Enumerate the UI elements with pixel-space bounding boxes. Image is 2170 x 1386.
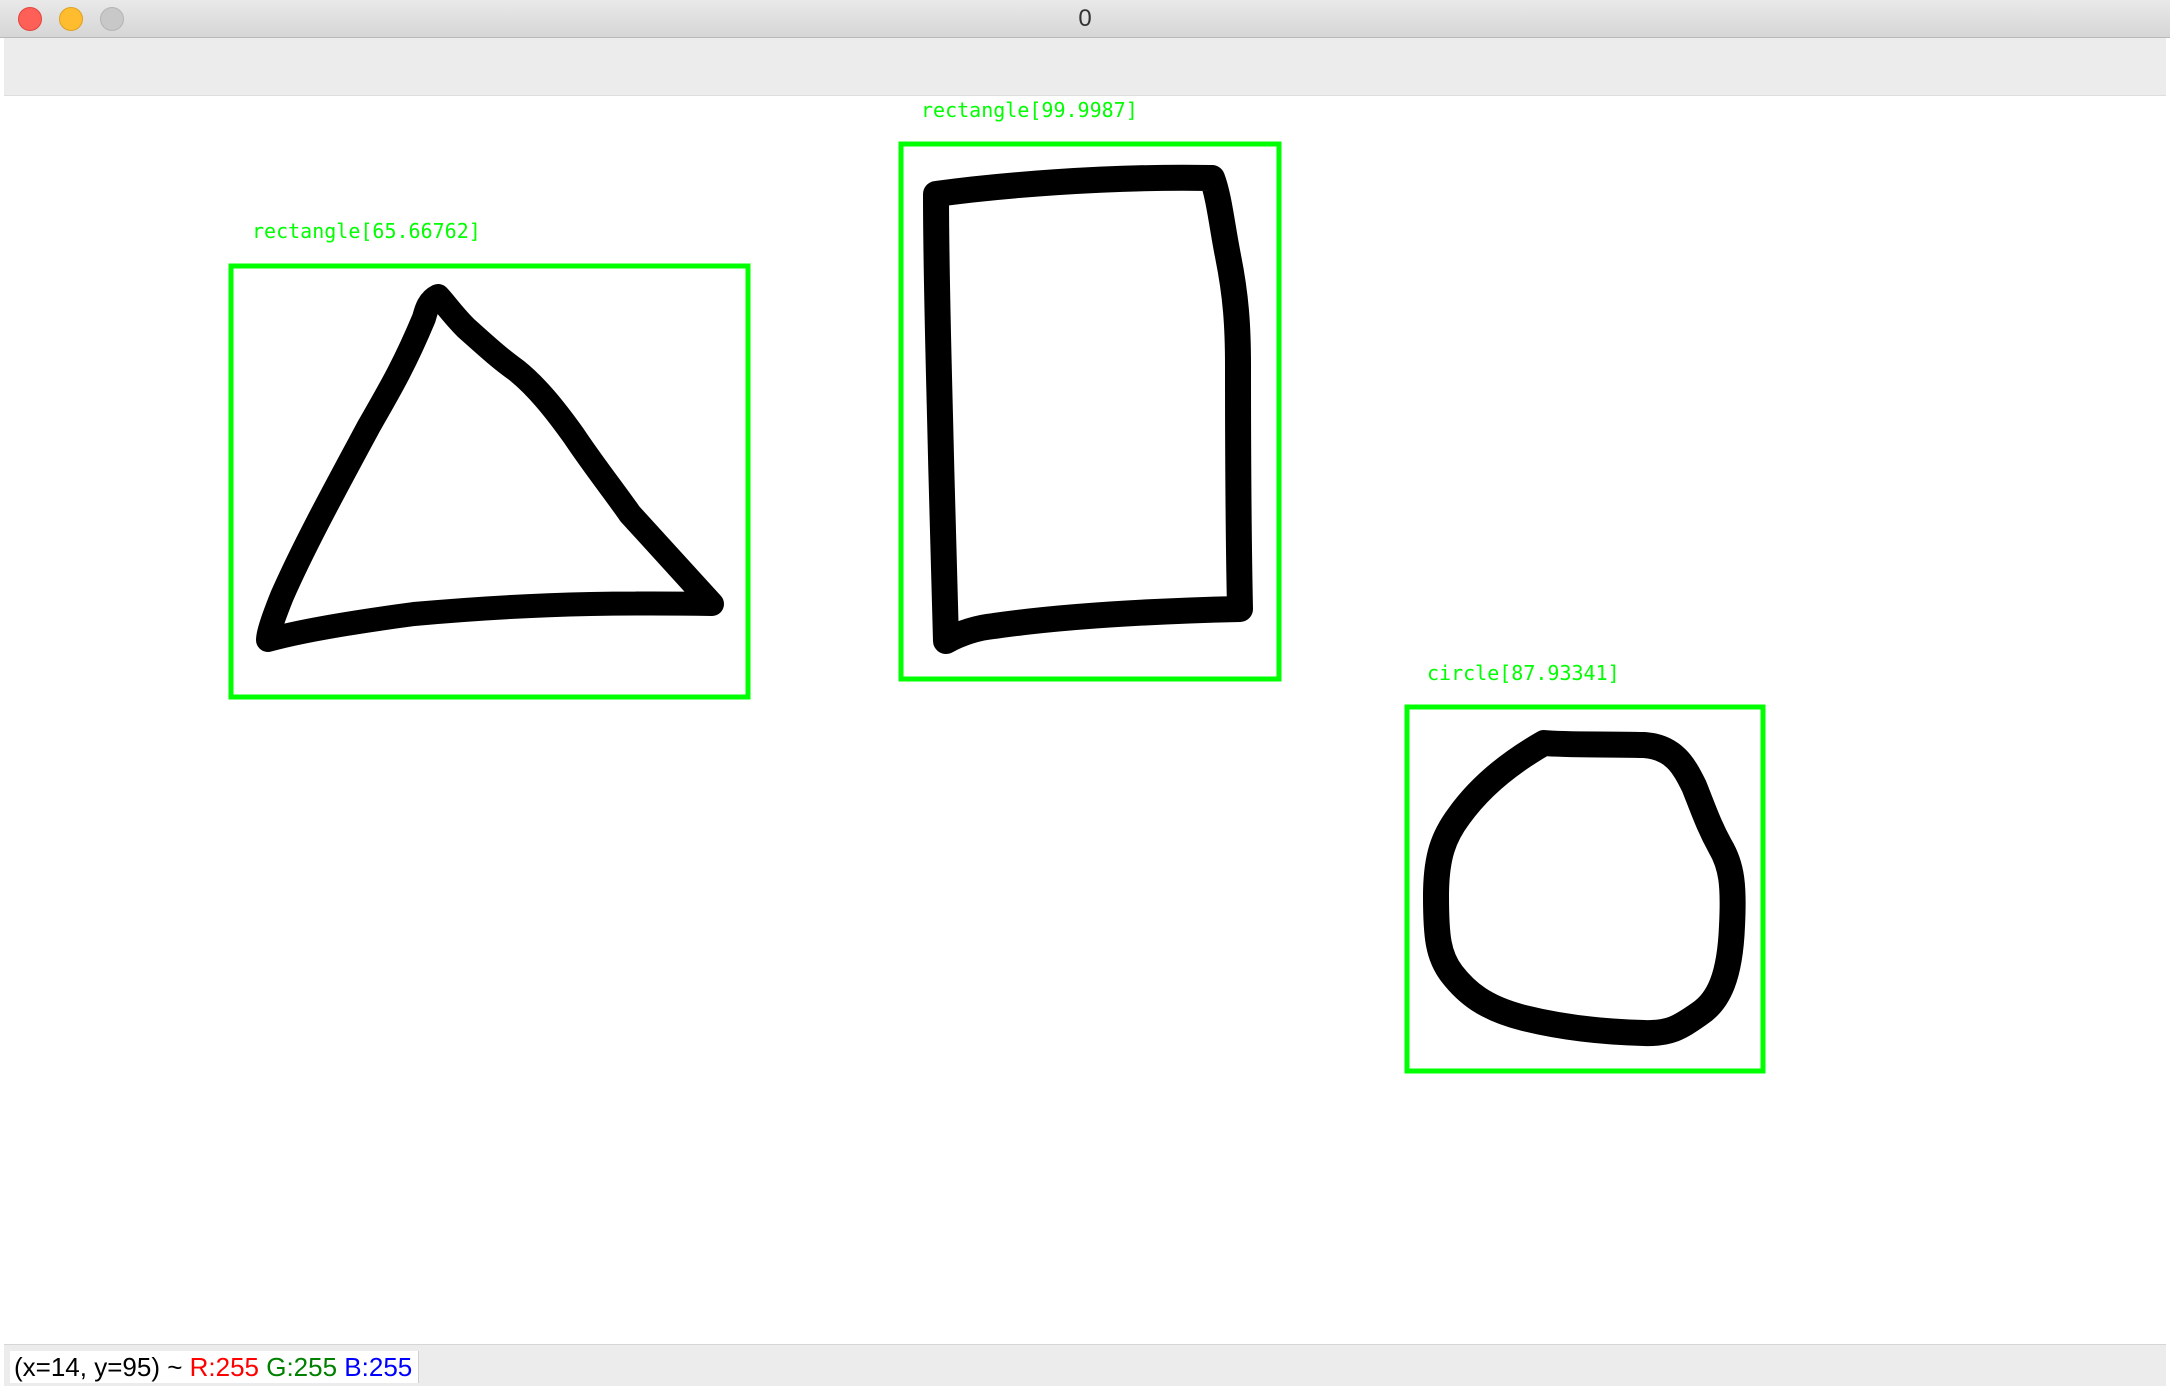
drawn-shape-triangle — [256, 284, 724, 652]
image-window: 0 rectangle[65.66762] rectangle[99.9987]… — [0, 0, 2170, 1386]
red-value: R:255 — [189, 1352, 259, 1382]
detection-triangle: rectangle[65.66762] — [228, 219, 751, 700]
detection-label: circle[87.93341] — [1427, 661, 1620, 685]
detection-rectangle: rectangle[99.9987] — [898, 98, 1282, 682]
blue-value: B:255 — [344, 1352, 413, 1382]
status-bar: (x=14, y=95) ~ R:255 G:255 B:255 — [4, 1344, 2166, 1386]
image-canvas[interactable]: rectangle[65.66762] rectangle[99.9987] c… — [4, 96, 2166, 1344]
cursor-coordinates: (x=14, y=95) ~ — [14, 1352, 190, 1382]
detection-label: rectangle[99.9987] — [921, 98, 1138, 122]
detection-circle: circle[87.93341] — [1404, 661, 1766, 1074]
green-value: G:255 — [266, 1352, 338, 1382]
detection-label: rectangle[65.66762] — [252, 219, 481, 243]
drawn-shape-rectangle — [923, 164, 1253, 654]
drawn-shape-circle — [1423, 730, 1746, 1047]
window-title: 0 — [1078, 5, 1092, 32]
toolbar — [4, 38, 2166, 96]
image-svg: rectangle[65.66762] rectangle[99.9987] c… — [228, 98, 1766, 1074]
title-bar[interactable]: 0 — [0, 0, 2170, 38]
pixel-info: (x=14, y=95) ~ R:255 G:255 B:255 — [10, 1351, 420, 1383]
